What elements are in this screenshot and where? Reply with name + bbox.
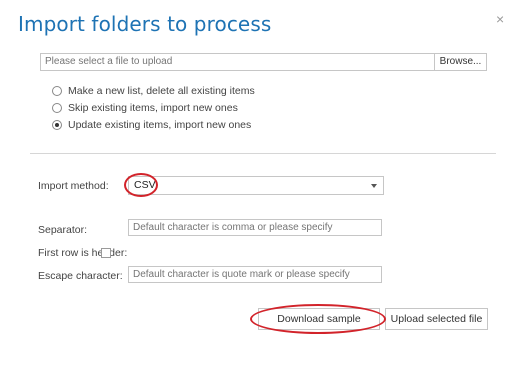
import-method-select[interactable]: CSV: [128, 176, 384, 195]
first-row-header-label: First row is header:: [38, 247, 128, 259]
option-new-list-label: Make a new list, delete all existing ite…: [68, 85, 255, 97]
radio-new-list[interactable]: [52, 86, 62, 96]
file-path-input[interactable]: [40, 53, 436, 71]
dialog-title: Import folders to process: [18, 12, 272, 36]
import-method-label: Import method:: [38, 180, 109, 192]
option-skip-existing-label: Skip existing items, import new ones: [68, 102, 238, 114]
section-divider: [30, 153, 496, 154]
import-dialog: Import folders to process × Browse... Ma…: [0, 0, 513, 368]
escape-character-label: Escape character:: [38, 270, 123, 282]
option-new-list[interactable]: Make a new list, delete all existing ite…: [52, 84, 255, 98]
radio-update-existing[interactable]: [52, 120, 62, 130]
option-update-existing[interactable]: Update existing items, import new ones: [52, 118, 251, 132]
browse-button[interactable]: Browse...: [434, 53, 487, 71]
option-update-existing-label: Update existing items, import new ones: [68, 119, 252, 131]
first-row-header-checkbox[interactable]: [101, 248, 111, 258]
escape-character-input[interactable]: [128, 266, 382, 283]
import-method-value: CSV: [134, 179, 156, 191]
separator-label: Separator:: [38, 224, 88, 236]
option-skip-existing[interactable]: Skip existing items, import new ones: [52, 101, 238, 115]
close-icon[interactable]: ×: [496, 12, 504, 26]
chevron-down-icon: [371, 184, 377, 188]
radio-skip-existing[interactable]: [52, 103, 62, 113]
upload-selected-file-button[interactable]: Upload selected file: [385, 308, 488, 330]
separator-input[interactable]: [128, 219, 382, 236]
download-sample-button[interactable]: Download sample: [258, 308, 380, 330]
